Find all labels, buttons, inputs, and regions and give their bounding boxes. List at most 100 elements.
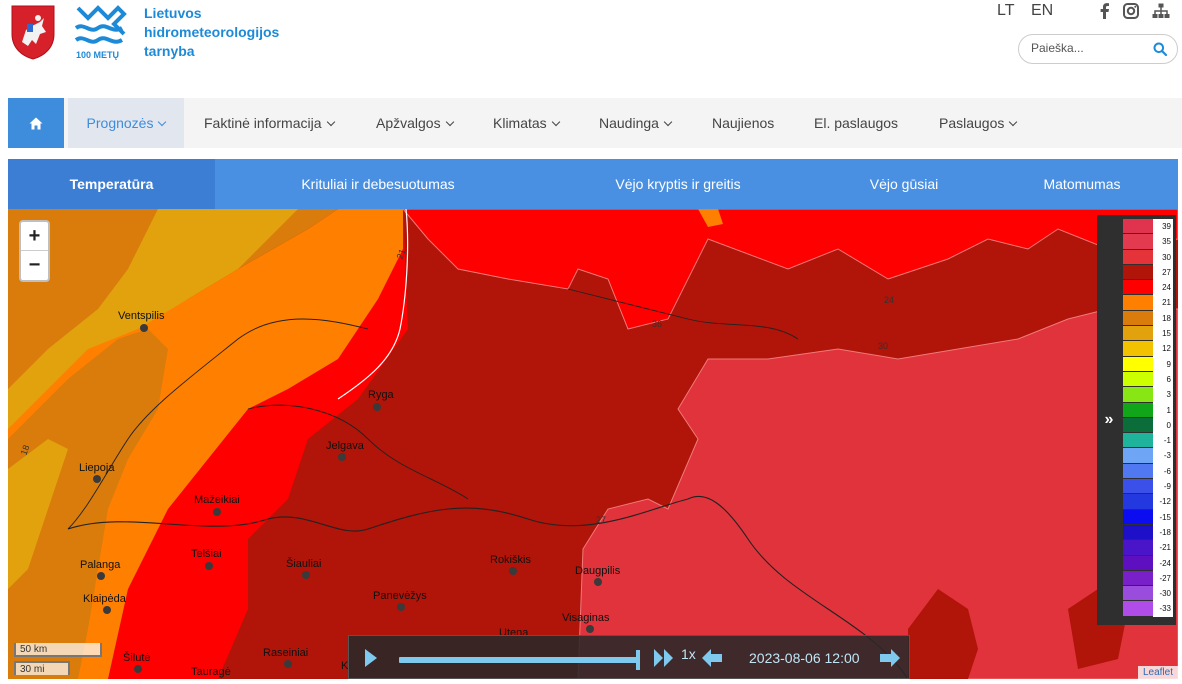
nav-home-button[interactable]: [8, 98, 64, 148]
city-marker[interactable]: [205, 562, 213, 570]
city-marker[interactable]: [134, 665, 142, 673]
step-back-arrow-icon[interactable]: [701, 648, 723, 668]
forecast-timestamp: 2023-08-06 12:00: [749, 650, 860, 666]
fast-forward-icon[interactable]: [653, 648, 675, 668]
facebook-icon[interactable]: [1096, 2, 1114, 20]
nav-item-label: Apžvalgos: [376, 115, 441, 131]
tab-vejo-kryptis-ir-greitis[interactable]: Vėjo kryptis ir greitis: [596, 159, 760, 209]
zoom-in-button[interactable]: +: [21, 222, 48, 251]
timeline-slider-handle[interactable]: [636, 650, 640, 670]
city-label-daugpilis: Daugpilis: [575, 565, 621, 577]
legend-label: 21: [1162, 298, 1171, 308]
legend-label: 15: [1162, 329, 1171, 339]
search-icon[interactable]: [1153, 42, 1167, 56]
legend-swatch: [1123, 310, 1153, 327]
legend-swatch: [1123, 387, 1153, 403]
nav-item-apzvalgos[interactable]: Apžvalgos: [376, 98, 454, 148]
legend-swatch: [1123, 219, 1153, 235]
city-marker[interactable]: [338, 453, 346, 461]
city-label-ryga: Ryga: [368, 389, 394, 401]
nav-item-klimatas[interactable]: Klimatas: [493, 98, 560, 148]
city-marker[interactable]: [509, 567, 517, 575]
city-marker[interactable]: [93, 475, 101, 483]
search-input[interactable]: [1031, 41, 1151, 55]
city-label-silute: Šilutė: [123, 652, 151, 664]
city-marker[interactable]: [140, 324, 148, 332]
contour-label: 36: [652, 319, 663, 329]
legend-label: 18: [1162, 313, 1171, 323]
nav-item-prognozes[interactable]: Prognozės: [68, 98, 184, 148]
nav-item-label: El. paslaugos: [814, 115, 899, 131]
city-marker[interactable]: [373, 403, 381, 411]
legend-label: -21: [1159, 543, 1171, 553]
leaflet-attribution-link[interactable]: Leaflet: [1137, 666, 1178, 679]
legend-label: -6: [1163, 466, 1171, 476]
contour-label: 24: [884, 295, 895, 305]
search-box: [1018, 34, 1178, 64]
legend-label: -30: [1159, 589, 1171, 599]
org-name-line-1: Lietuvos: [144, 5, 202, 21]
city-label-jelgava: Jelgava: [326, 440, 364, 452]
nav-item-el-paslaugos[interactable]: El. paslaugos: [814, 98, 898, 148]
org-name-line-3: tarnyba: [144, 43, 195, 59]
city-marker[interactable]: [103, 606, 111, 614]
legend-swatch: [1123, 356, 1153, 372]
legend-label: 39: [1162, 222, 1171, 231]
playback-speed[interactable]: 1x: [681, 646, 696, 662]
tab-matomumas[interactable]: Matomumas: [1032, 159, 1132, 209]
temperature-legend: » 39 35 30 27 24 21 18 15 12 9 6 3 1 0 -1 -3 -6 -9 -12 -15 -…: [1097, 215, 1176, 625]
language-en-link[interactable]: EN: [1031, 2, 1053, 20]
nav-item-label: Faktinė informacija: [204, 115, 322, 131]
legend-swatch: [1123, 494, 1153, 510]
legend-swatch: [1123, 295, 1153, 311]
logo-caption: 100 METŲ: [76, 50, 120, 60]
step-forward-arrow-icon[interactable]: [879, 648, 901, 668]
nav-item-paslaugos[interactable]: Paslaugos: [939, 98, 1018, 148]
city-marker[interactable]: [213, 508, 221, 516]
tab-krituliai-ir-debesuotumas[interactable]: Krituliai ir debesuotumas: [276, 159, 480, 209]
nav-item-faktine-informacija[interactable]: Faktinė informacija: [204, 98, 335, 148]
city-label-siauliai: Šiauliai: [286, 558, 322, 570]
sitemap-icon[interactable]: [1152, 2, 1170, 20]
city-marker[interactable]: [586, 625, 594, 633]
temperature-map[interactable]: 18 21 24 27 30 36 Ventspilis Ryga Jelgav…: [8, 209, 1178, 679]
city-marker[interactable]: [302, 571, 310, 579]
legend-swatch: [1123, 280, 1153, 296]
main-navigation: Prognozės Faktinė informacija Apžvalgos …: [8, 98, 1182, 148]
city-marker[interactable]: [397, 603, 405, 611]
city-label-telsiai: Telšiai: [191, 548, 222, 560]
legend-label: 1: [1166, 405, 1171, 415]
legend-swatch: [1123, 524, 1153, 541]
legend-swatch: [1123, 463, 1153, 480]
legend-label: 3: [1166, 390, 1171, 400]
city-marker[interactable]: [284, 660, 292, 668]
legend-swatch: [1123, 234, 1153, 250]
play-icon[interactable]: [363, 648, 379, 668]
legend-toggle-button[interactable]: »: [1098, 409, 1120, 431]
nav-item-naujienos[interactable]: Naujienos: [712, 98, 774, 148]
instagram-icon[interactable]: [1122, 2, 1140, 20]
forecast-tabs: Temperatūra Krituliai ir debesuotumas Vė…: [8, 159, 1178, 209]
legend-label: -1: [1163, 436, 1171, 446]
city-marker[interactable]: [594, 578, 602, 586]
zoom-out-button[interactable]: −: [21, 251, 48, 280]
legend-swatch: [1123, 433, 1153, 449]
scale-bar-mi: 30 mi: [14, 661, 70, 675]
scale-bar-km: 50 km: [14, 643, 102, 657]
language-lt-link[interactable]: LT: [997, 2, 1014, 20]
nav-item-naudinga[interactable]: Naudinga: [599, 98, 673, 148]
timeline-slider[interactable]: [399, 657, 639, 663]
city-marker[interactable]: [97, 572, 105, 580]
tab-temperatura[interactable]: Temperatūra: [8, 159, 215, 209]
legend-label: -15: [1159, 512, 1171, 522]
legend-swatch: [1123, 417, 1153, 434]
home-icon: [29, 117, 43, 129]
organization-name[interactable]: Lietuvos hidrometeorologijos tarnyba: [144, 4, 279, 61]
tab-vejo-gusiai[interactable]: Vėjo gūsiai: [854, 159, 954, 209]
legend-label: 9: [1166, 359, 1171, 369]
timeline-player: 1x 2023-08-06 12:00: [348, 635, 910, 679]
temperature-contour-layer: [8, 209, 1178, 679]
legend-label: -24: [1159, 558, 1171, 568]
coat-of-arms-icon[interactable]: [10, 4, 56, 60]
legend-swatch: [1123, 371, 1153, 388]
